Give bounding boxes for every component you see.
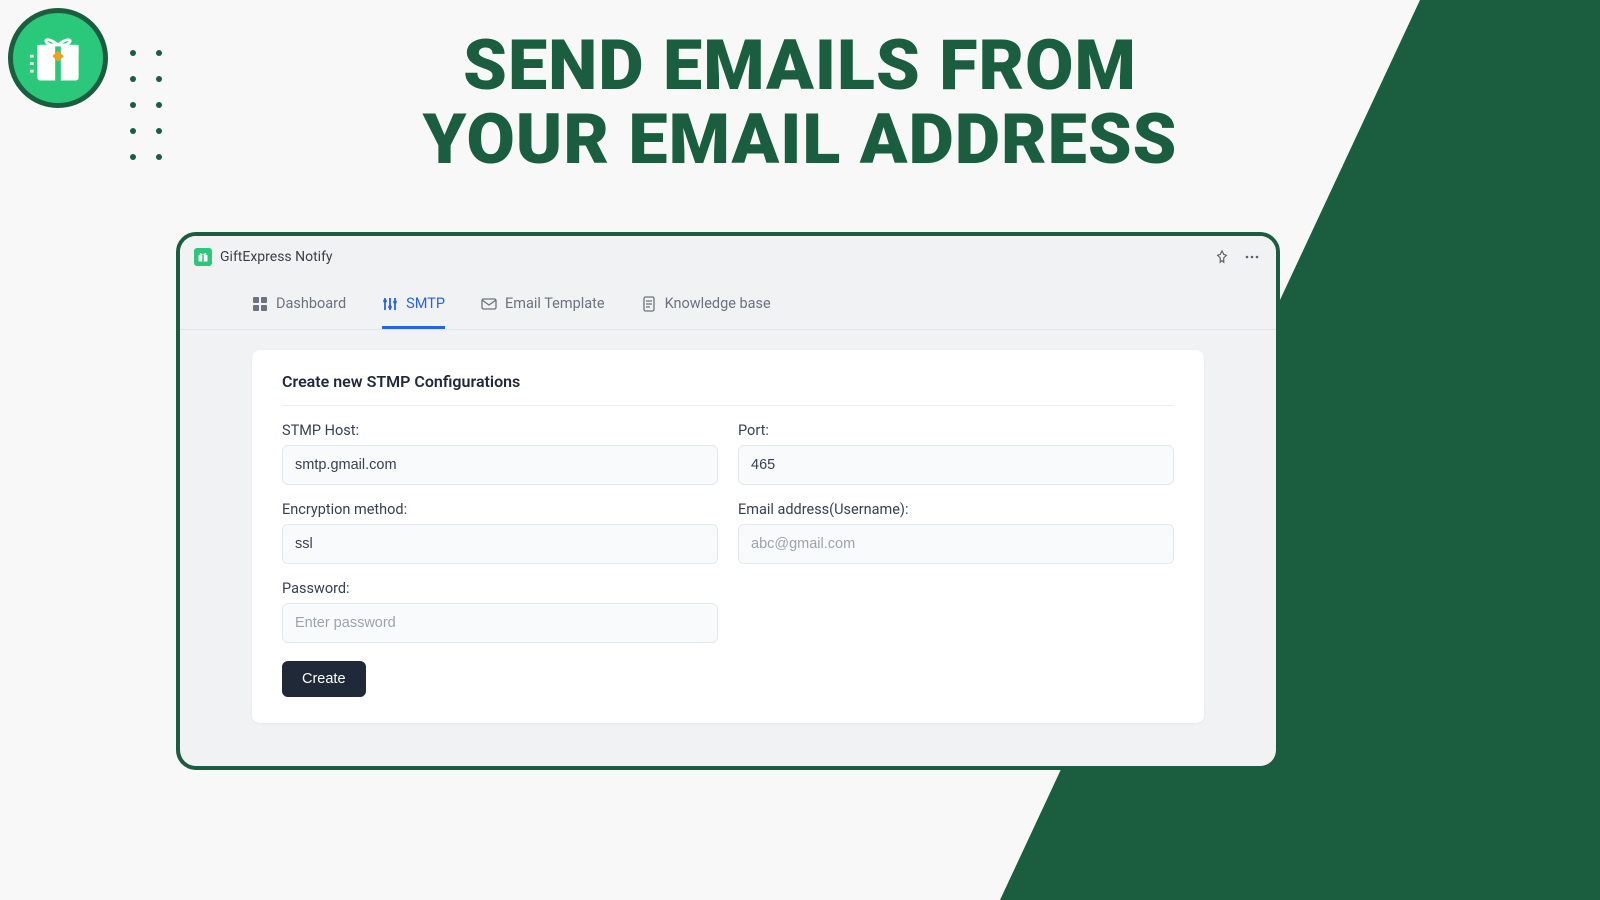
title-bar: GiftExpress Notify: [180, 236, 1276, 278]
tab-label: SMTP: [406, 295, 445, 312]
smtp-config-card: Create new STMP Configurations STMP Host…: [252, 350, 1204, 723]
field-password: Password:: [282, 580, 718, 643]
port-input[interactable]: [738, 445, 1174, 485]
field-encryption: Encryption method:: [282, 501, 718, 564]
more-button[interactable]: [1242, 247, 1262, 267]
ellipsis-icon: [1244, 249, 1260, 265]
gift-icon: [28, 28, 88, 88]
app-icon: [194, 248, 212, 266]
grid-icon: [252, 296, 268, 312]
password-label: Password:: [282, 580, 718, 597]
tab-knowledge-base[interactable]: Knowledge base: [641, 278, 771, 329]
host-label: STMP Host:: [282, 422, 718, 439]
decorative-dots-top: [120, 40, 172, 170]
host-input[interactable]: [282, 445, 718, 485]
headline: SEND EMAILS FROM YOUR EMAIL ADDRESS: [423, 30, 1178, 177]
field-host: STMP Host:: [282, 422, 718, 485]
headline-line-1: SEND EMAILS FROM: [423, 30, 1178, 104]
tab-label: Knowledge base: [665, 295, 771, 312]
tab-label: Dashboard: [276, 295, 346, 312]
pin-icon: [1215, 250, 1229, 264]
port-label: Port:: [738, 422, 1174, 439]
document-icon: [641, 296, 657, 312]
tab-smtp[interactable]: SMTP: [382, 278, 445, 329]
field-email: Email address(Username):: [738, 501, 1174, 564]
app-title: GiftExpress Notify: [220, 249, 333, 265]
encryption-label: Encryption method:: [282, 501, 718, 518]
decorative-dots-bottom: [1378, 766, 1560, 870]
tabs: Dashboard SMTP Email Template Knowledge …: [180, 278, 1276, 330]
app-window: GiftExpress Notify Dashboard SMTP Email …: [176, 232, 1280, 770]
pin-button[interactable]: [1212, 247, 1232, 267]
tab-dashboard[interactable]: Dashboard: [252, 278, 346, 329]
content-area: Create new STMP Configurations STMP Host…: [180, 330, 1276, 743]
encryption-input[interactable]: [282, 524, 718, 564]
field-port: Port:: [738, 422, 1174, 485]
mail-icon: [481, 296, 497, 312]
email-label: Email address(Username):: [738, 501, 1174, 518]
app-logo: [8, 8, 108, 108]
card-title: Create new STMP Configurations: [282, 372, 1174, 406]
headline-line-2: YOUR EMAIL ADDRESS: [423, 104, 1178, 178]
password-input[interactable]: [282, 603, 718, 643]
tab-label: Email Template: [505, 295, 605, 312]
tab-email-template[interactable]: Email Template: [481, 278, 605, 329]
sliders-icon: [382, 296, 398, 312]
create-button[interactable]: Create: [282, 661, 366, 697]
email-input[interactable]: [738, 524, 1174, 564]
